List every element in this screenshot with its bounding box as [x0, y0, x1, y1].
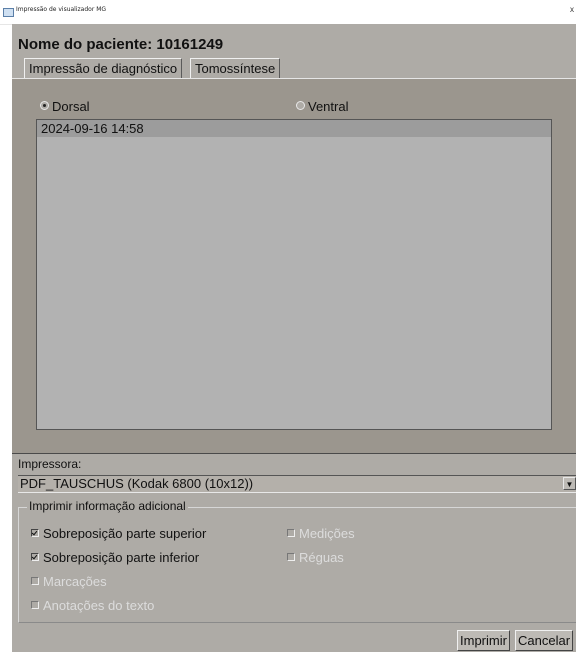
list-item[interactable]: 2024-09-16 14:58 — [37, 120, 551, 137]
radio-selected-icon — [40, 101, 49, 110]
radio-dorsal-label: Dorsal — [52, 99, 90, 114]
checkbox-rulers: Réguas — [287, 550, 344, 565]
tab-tomosynthesis[interactable]: Tomossíntese — [190, 58, 281, 78]
checkbox-overlay-top[interactable]: Sobreposição parte superior — [31, 526, 206, 541]
checkbox-unchecked-icon — [31, 577, 39, 585]
close-icon[interactable]: x — [570, 5, 574, 14]
title-bar: Impressão de visualizador MG x — [0, 0, 576, 25]
checkbox-markings: Marcações — [31, 574, 107, 589]
additional-info-group: Imprimir informação adicional Sobreposiç… — [18, 499, 576, 623]
checkbox-overlay-top-label: Sobreposição parte superior — [43, 526, 207, 541]
checkbox-unchecked-icon — [287, 529, 295, 537]
additional-info-legend: Imprimir informação adicional — [27, 499, 188, 513]
tab-diagnostic-print[interactable]: Impressão de diagnóstico — [24, 58, 183, 79]
print-button[interactable]: Imprimir — [457, 630, 510, 651]
printer-select[interactable]: PDF_TAUSCHUS (Kodak 6800 (10x12)) ▼ — [18, 475, 576, 493]
printer-select-value: PDF_TAUSCHUS (Kodak 6800 (10x12)) — [20, 476, 254, 491]
radio-ventral[interactable]: Ventral — [296, 99, 348, 114]
checkbox-text-annotations-label: Anotações do texto — [43, 598, 155, 613]
checkbox-markings-label: Marcações — [43, 574, 107, 589]
checkbox-text-annotations: Anotações do texto — [31, 598, 154, 613]
checkbox-unchecked-icon — [31, 601, 39, 609]
checkbox-unchecked-icon — [287, 553, 295, 561]
app-icon — [3, 8, 14, 17]
checkbox-measurements-label: Medições — [299, 526, 355, 541]
radio-unselected-icon — [296, 101, 305, 110]
checkbox-overlay-bottom[interactable]: Sobreposição parte inferior — [31, 550, 199, 565]
checkbox-rulers-label: Réguas — [299, 550, 344, 565]
checkbox-measurements: Medições — [287, 526, 355, 541]
radio-dorsal[interactable]: Dorsal — [40, 99, 90, 114]
tab-panel-diagnostic: Dorsal Ventral 2024-09-16 14:58 — [12, 78, 576, 454]
printer-label: Impressora: — [18, 457, 82, 471]
checkbox-overlay-bottom-label: Sobreposição parte inferior — [43, 550, 200, 565]
radio-ventral-label: Ventral — [308, 99, 349, 114]
cancel-button[interactable]: Cancelar — [515, 630, 574, 651]
window-title: Impressão de visualizador MG — [16, 6, 107, 13]
print-dialog: Nome do paciente: 10161249 Impressão de … — [12, 24, 576, 652]
checkbox-checked-icon — [31, 529, 39, 537]
checkbox-checked-icon — [31, 553, 39, 561]
study-list[interactable]: 2024-09-16 14:58 — [36, 119, 552, 430]
patient-title: Nome do paciente: 10161249 — [18, 36, 224, 53]
dropdown-arrow-icon[interactable]: ▼ — [563, 477, 576, 490]
